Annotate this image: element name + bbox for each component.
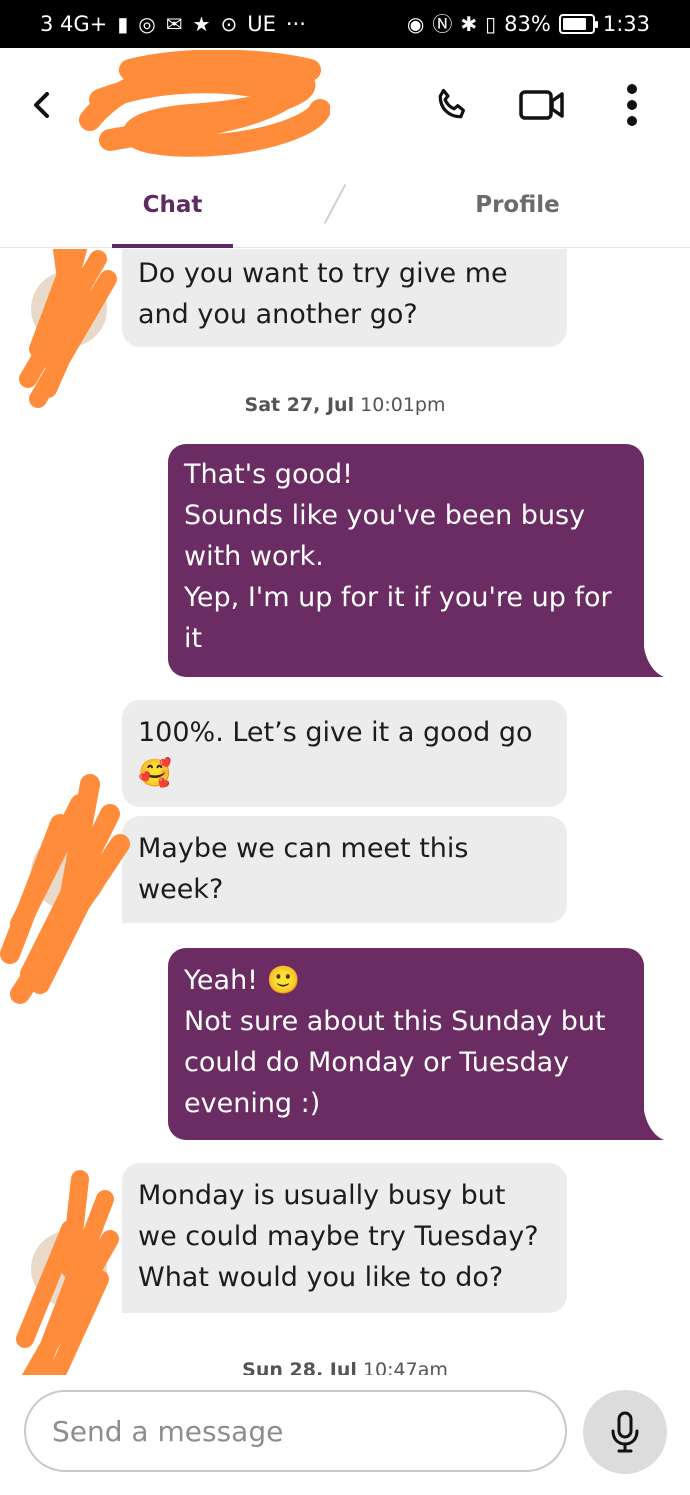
tab-chat-label: Chat (142, 191, 203, 218)
header-actions (394, 73, 664, 137)
message-line: Sounds like you've been busy (184, 500, 586, 531)
battery-icon (558, 14, 598, 34)
video-camera-icon (519, 90, 564, 120)
more-vertical-icon (627, 84, 637, 126)
microphone-icon (611, 1411, 639, 1453)
message-timestamp: Sun 28, Jul 10:47am (0, 1359, 690, 1375)
network-indicator: 3 4G+ (40, 12, 108, 36)
message-line: 🥰 (138, 758, 172, 789)
message-line: What would you like to do? (138, 1262, 504, 1293)
message-outgoing[interactable]: That's good! Sounds like you've been bus… (168, 444, 644, 677)
more-options-button[interactable] (600, 73, 664, 137)
clock: 1:33 (602, 12, 650, 36)
message-line: evening :) (184, 1088, 321, 1119)
message-line: Monday is usually busy but (138, 1180, 506, 1211)
redaction-scribble (0, 774, 130, 1004)
bubble-tail (640, 647, 664, 677)
eye-icon: ◉ (406, 12, 425, 36)
bulb-icon: ⊙ (220, 12, 238, 36)
tab-profile[interactable]: Profile (345, 162, 690, 247)
active-tab-indicator (112, 244, 233, 248)
mail-icon: ✉ (165, 12, 183, 36)
redaction-scribble (19, 249, 117, 408)
video-call-button[interactable] (510, 73, 574, 137)
message-composer (0, 1375, 690, 1495)
message-line: it (184, 623, 203, 654)
contact-name-redacted[interactable] (79, 50, 330, 157)
message-line: 100%. Let’s give it a good go (138, 717, 533, 748)
star-icon: ★ (192, 12, 211, 36)
message-input[interactable] (24, 1390, 567, 1472)
battery-fill (562, 18, 587, 30)
nfc-icon: Ⓝ (432, 12, 453, 36)
redaction-scribble (16, 1170, 119, 1375)
timestamp-date: Sat 27, Jul (244, 394, 355, 416)
message-incoming[interactable]: Do you want to try give me and you anoth… (122, 249, 567, 347)
message-line: with work. (184, 541, 324, 572)
message-timestamp: Sat 27, Jul 10:01pm (0, 394, 690, 416)
message-line: Not sure about this Sunday but (184, 1006, 606, 1037)
status-bar: 3 4G+ ▮ ◎ ✉ ★ ⊙ UE ··· ◉ Ⓝ ✱ ▯ 83% 1:33 (0, 0, 690, 48)
signal-icon: ▮ (117, 12, 129, 36)
message-line: Maybe we can meet this (138, 833, 469, 864)
message-incoming[interactable]: Monday is usually busy but we could mayb… (122, 1163, 567, 1313)
bluetooth-icon: ✱ (460, 12, 478, 36)
redaction-scribble (79, 50, 330, 157)
timestamp-time: 10:47am (362, 1359, 448, 1375)
chat-tabs: Chat Profile (0, 162, 690, 248)
voice-message-button[interactable] (583, 1390, 667, 1474)
vibrate-icon: ▯ (485, 12, 497, 36)
message-line: Yep, I'm up for it if you're up for (184, 582, 612, 613)
message-line: Yeah! 🙂 (184, 965, 301, 996)
status-left: 3 4G+ ▮ ◎ ✉ ★ ⊙ UE ··· (40, 12, 306, 36)
message-line: could do Monday or Tuesday (184, 1047, 570, 1078)
chat-header (0, 48, 690, 162)
back-button[interactable] (26, 85, 56, 125)
battery-percent: 83% (504, 12, 551, 36)
more-notifications: ··· (285, 12, 306, 36)
message-incoming[interactable]: 100%. Let’s give it a good go 🥰 (122, 700, 567, 807)
tab-profile-label: Profile (475, 191, 560, 218)
status-right: ◉ Ⓝ ✱ ▯ 83% 1:33 (407, 12, 650, 36)
network-label: UE (247, 12, 276, 36)
message-line: Do you want to try give me (138, 258, 508, 289)
message-line: and you another go? (138, 299, 418, 330)
timestamp-date: Sun 28, Jul (242, 1359, 357, 1375)
call-button[interactable] (420, 73, 484, 137)
message-outgoing[interactable]: Yeah! 🙂 Not sure about this Sunday but c… (168, 948, 644, 1140)
timestamp-time: 10:01pm (360, 394, 446, 416)
chevron-left-icon (34, 92, 49, 118)
message-line: week? (138, 874, 224, 905)
message-line: we could maybe try Tuesday? (138, 1221, 539, 1252)
hotspot-icon: ◎ (138, 12, 156, 36)
message-incoming[interactable]: Maybe we can meet this week? (122, 816, 567, 923)
message-line: That's good! (184, 459, 353, 490)
tab-chat[interactable]: Chat (0, 162, 345, 247)
message-list[interactable]: Do you want to try give me and you anoth… (0, 249, 690, 1375)
phone-icon (438, 88, 465, 119)
bubble-tail (640, 1110, 664, 1140)
